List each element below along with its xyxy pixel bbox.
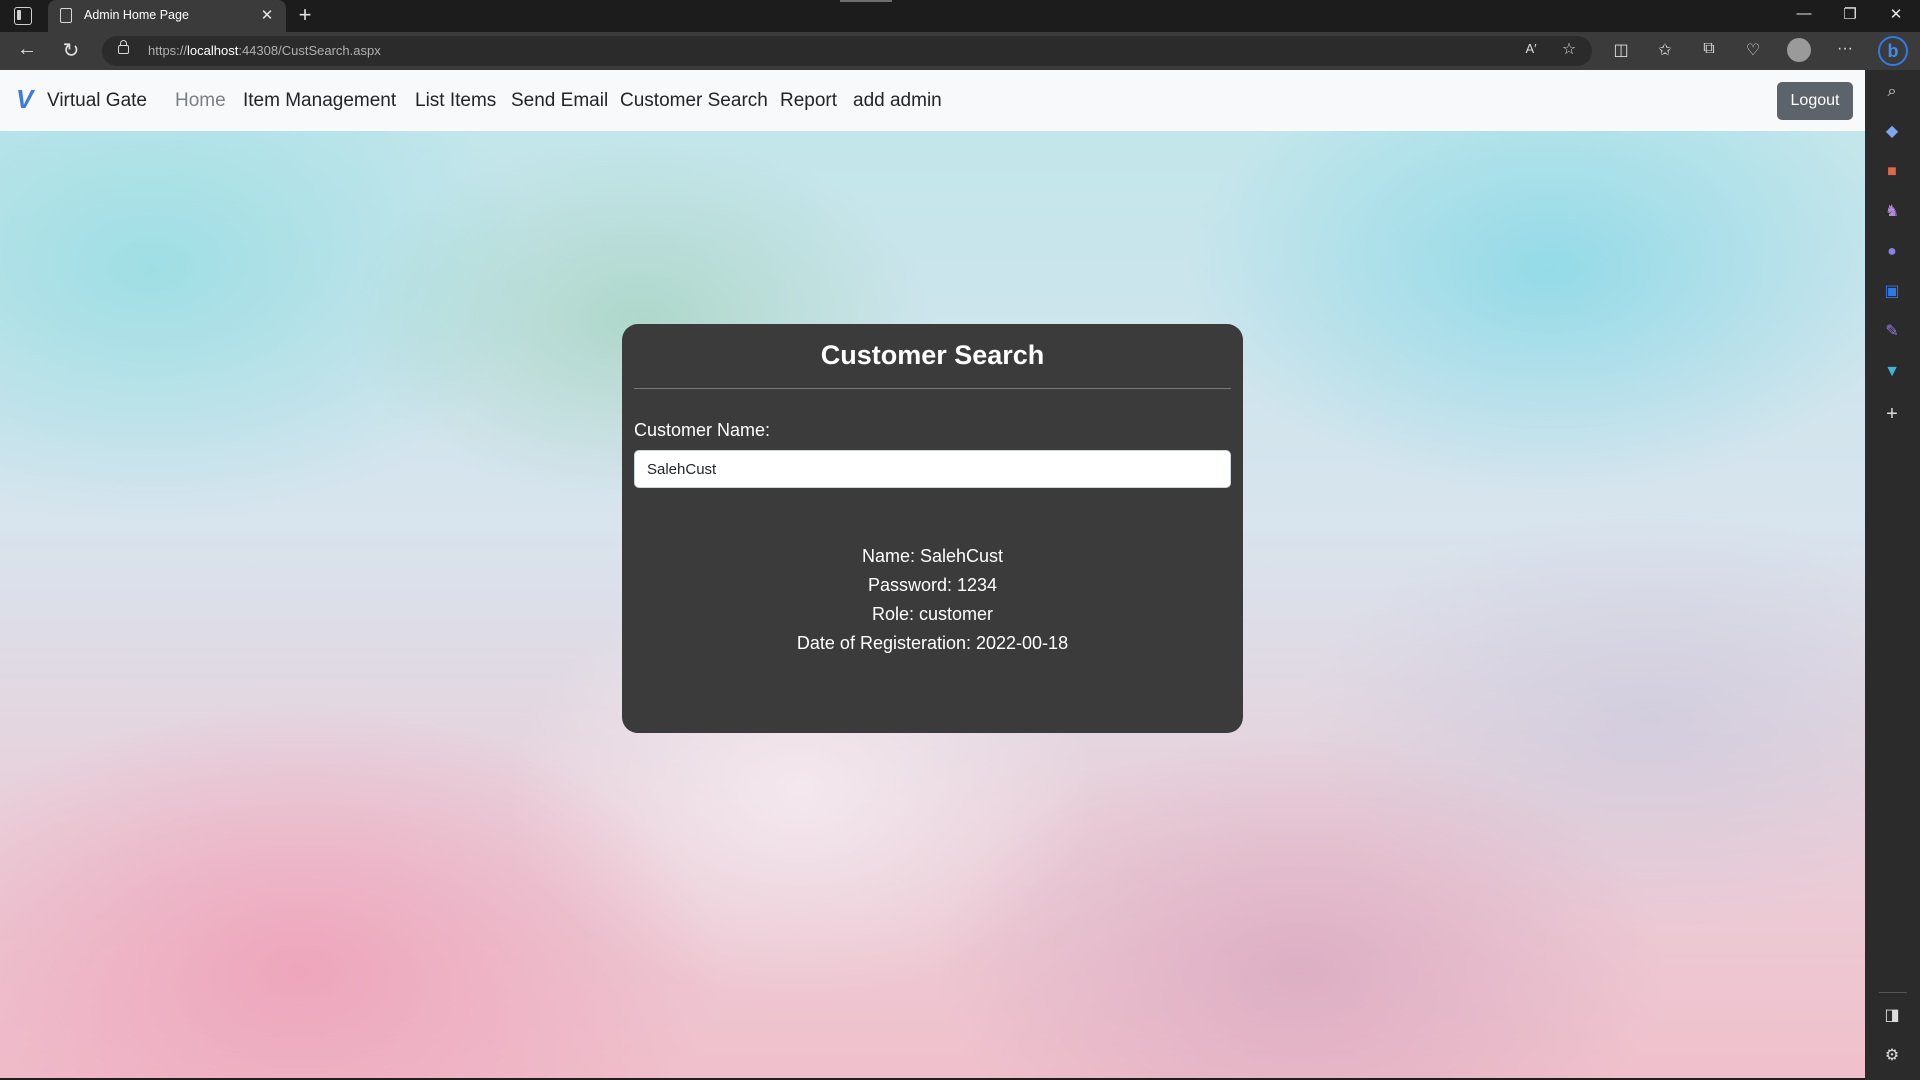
tab-title: Admin Home Page: [84, 8, 189, 22]
customer-search-card: Customer Search Customer Name: Name: Sal…: [622, 324, 1243, 733]
read-aloud-icon[interactable]: A′: [1520, 41, 1542, 56]
drop-icon[interactable]: ▼: [1881, 361, 1903, 383]
customer-name-input[interactable]: [634, 450, 1231, 488]
edge-sidebar: ⌕ ◆ ■ ♞ ● ▣ ✎ ▼ + ◨ ⚙: [1865, 70, 1920, 1080]
nav-link-report[interactable]: Report: [780, 90, 837, 112]
hide-sidebar-icon[interactable]: ◨: [1881, 1005, 1903, 1027]
page-title: Customer Search: [820, 340, 1045, 370]
result-registration-date: Date of Registeration: 2022-00-18: [796, 633, 1069, 653]
settings-icon[interactable]: ⚙: [1881, 1045, 1903, 1067]
lock-icon[interactable]: [118, 40, 129, 54]
logout-button[interactable]: Logout: [1777, 82, 1853, 120]
brand-name[interactable]: Virtual Gate: [47, 90, 147, 112]
search-icon[interactable]: ⌕: [1881, 81, 1903, 103]
nav-link-home[interactable]: Home: [175, 90, 226, 112]
more-icon[interactable]: ···: [1834, 40, 1856, 58]
customer-name-label: Customer Name:: [634, 420, 771, 440]
close-window-icon[interactable]: ✕: [1884, 5, 1908, 23]
tools-icon[interactable]: ■: [1881, 161, 1903, 183]
result-role: Role: customer: [871, 604, 994, 624]
browser-tab-strip: Admin Home Page ✕ + — ❐ ✕: [0, 0, 1920, 32]
collections-icon[interactable]: ⧉: [1698, 40, 1720, 58]
back-icon[interactable]: ←: [14, 38, 40, 61]
outlook-icon[interactable]: ▣: [1881, 281, 1903, 303]
url-text[interactable]: https://localhost:44308/CustSearch.aspx: [148, 43, 381, 58]
site-navbar: V Virtual Gate Home Item Management List…: [0, 70, 1865, 131]
nav-link-item-management[interactable]: Item Management: [243, 90, 396, 112]
games-icon[interactable]: ♞: [1881, 201, 1903, 223]
browser-essentials-icon[interactable]: ♡: [1742, 40, 1764, 60]
browser-toolbar: ← ↻ https://localhost:44308/CustSearch.a…: [0, 32, 1920, 70]
sidebar-divider: [1879, 992, 1907, 993]
nav-link-list-items[interactable]: List Items: [415, 90, 496, 112]
result-name: Name: SalehCust: [861, 546, 1004, 566]
title-divider: [634, 388, 1231, 389]
restore-icon[interactable]: ❐: [1838, 5, 1862, 23]
editor-icon[interactable]: ✎: [1881, 321, 1903, 343]
nav-link-add-admin[interactable]: add admin: [853, 90, 942, 112]
favorite-star-icon[interactable]: ☆: [1558, 39, 1580, 59]
page-icon: [60, 8, 72, 23]
add-icon[interactable]: +: [1881, 403, 1903, 425]
copilot-icon[interactable]: b: [1878, 36, 1908, 66]
new-tab-icon[interactable]: +: [294, 2, 316, 28]
minimize-icon[interactable]: —: [1792, 5, 1816, 22]
shopping-tag-icon[interactable]: ◆: [1881, 121, 1903, 143]
copilot-icon[interactable]: ●: [1881, 241, 1903, 263]
tab-actions-icon[interactable]: [14, 7, 32, 25]
close-tab-icon[interactable]: ✕: [258, 6, 276, 24]
profile-icon[interactable]: [1787, 38, 1811, 62]
refresh-icon[interactable]: ↻: [58, 38, 84, 63]
browser-tab[interactable]: Admin Home Page ✕: [48, 0, 286, 32]
page-viewport: V Virtual Gate Home Item Management List…: [0, 70, 1865, 1078]
address-bar[interactable]: https://localhost:44308/CustSearch.aspx …: [102, 36, 1592, 66]
split-screen-icon[interactable]: ◫: [1610, 40, 1632, 60]
favorites-icon[interactable]: ✩: [1654, 40, 1676, 60]
result-password: Password: 1234: [867, 575, 998, 595]
tab-drag-indicator: [840, 0, 892, 2]
brand-logo-icon[interactable]: V: [16, 84, 33, 115]
nav-link-customer-search[interactable]: Customer Search: [620, 90, 768, 112]
nav-link-send-email[interactable]: Send Email: [511, 90, 608, 112]
